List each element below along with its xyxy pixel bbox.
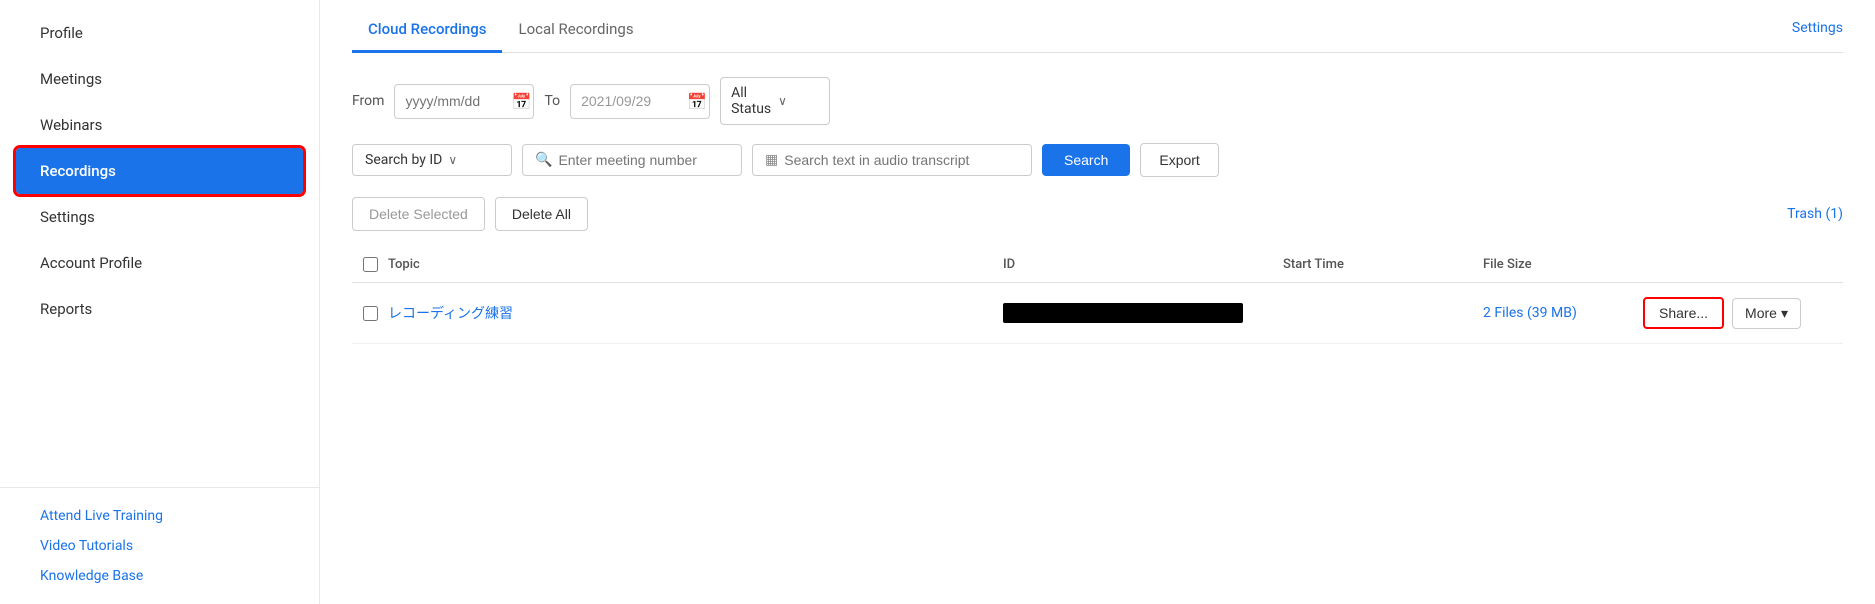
header-starttime: Start Time (1283, 257, 1483, 272)
delete-all-button[interactable]: Delete All (495, 197, 588, 231)
trash-link[interactable]: Trash (1) (1787, 206, 1843, 222)
meeting-number-input-wrap: 🔍 (522, 144, 742, 176)
more-button-label: More (1745, 305, 1777, 321)
header-topic: Topic (388, 257, 1003, 272)
search-icon: 🔍 (535, 152, 552, 168)
tab-cloud-recordings[interactable]: Cloud Recordings (352, 8, 502, 53)
status-chevron-icon: ∨ (778, 94, 819, 108)
header-filesize: File Size (1483, 257, 1643, 272)
sidebar-item-reports[interactable]: Reports (0, 286, 319, 332)
search-button[interactable]: Search (1042, 144, 1130, 176)
recordings-table: Topic ID Start Time File Size レコーディング練習 (352, 247, 1843, 344)
search-by-label: Search by ID (365, 152, 442, 168)
row-checkbox-col (352, 306, 388, 321)
to-date-input[interactable]: 📅 (570, 84, 710, 119)
settings-link[interactable]: Settings (1792, 20, 1843, 36)
footer-link-knowledge-base[interactable]: Knowledge Base (40, 568, 279, 584)
action-row: Delete Selected Delete All Trash (1) (352, 197, 1843, 231)
transcript-icon: ▦ (765, 152, 778, 168)
table-row: レコーディング練習 2 Files (39 MB) Share... More … (352, 283, 1843, 344)
transcript-search-input[interactable] (784, 152, 1019, 168)
footer-link-video-tutorials[interactable]: Video Tutorials (40, 538, 279, 554)
status-select-label: All Status (731, 85, 772, 117)
tab-local-recordings[interactable]: Local Recordings (502, 8, 649, 53)
to-calendar-icon[interactable]: 📅 (687, 92, 707, 111)
sidebar-footer: Attend Live Training Video Tutorials Kno… (0, 487, 319, 604)
header-checkbox-col (352, 257, 388, 272)
sidebar-item-profile[interactable]: Profile (0, 10, 319, 56)
main-wrapper: Settings Cloud Recordings Local Recordin… (320, 0, 1875, 604)
sidebar: Profile Meetings Webinars Recordings Set… (0, 0, 320, 604)
search-by-select[interactable]: Search by ID ∨ (352, 144, 512, 176)
row-checkbox[interactable] (363, 306, 378, 321)
topic-link[interactable]: レコーディング練習 (388, 306, 513, 322)
from-calendar-icon[interactable]: 📅 (511, 92, 531, 111)
row-actions: Share... More ▾ (1643, 297, 1843, 329)
share-button[interactable]: Share... (1643, 297, 1724, 329)
export-button[interactable]: Export (1140, 143, 1218, 177)
action-left: Delete Selected Delete All (352, 197, 588, 231)
row-filesize: 2 Files (39 MB) (1483, 305, 1643, 321)
from-date-input[interactable]: 📅 (394, 84, 534, 119)
sidebar-item-settings[interactable]: Settings (0, 194, 319, 240)
recordings-tabs: Cloud Recordings Local Recordings (352, 0, 1843, 53)
filter-row: From 📅 To 📅 All Status ∨ (352, 77, 1843, 125)
transcript-input-wrap: ▦ (752, 144, 1032, 176)
more-chevron-icon: ▾ (1781, 305, 1788, 322)
meeting-number-input[interactable] (558, 152, 729, 168)
from-date-field[interactable] (405, 93, 505, 109)
id-redacted-bar (1003, 303, 1243, 323)
status-select[interactable]: All Status ∨ (720, 77, 830, 125)
row-topic: レコーディング練習 (388, 303, 1003, 323)
more-button[interactable]: More ▾ (1732, 298, 1801, 329)
sidebar-item-webinars[interactable]: Webinars (0, 102, 319, 148)
row-id (1003, 303, 1283, 323)
sidebar-item-meetings[interactable]: Meetings (0, 56, 319, 102)
search-row: Search by ID ∨ 🔍 ▦ Search Export (352, 143, 1843, 177)
header-id: ID (1003, 257, 1283, 272)
sidebar-nav: Profile Meetings Webinars Recordings Set… (0, 0, 319, 487)
footer-link-live-training[interactable]: Attend Live Training (40, 508, 279, 524)
sidebar-item-account-profile[interactable]: Account Profile (0, 240, 319, 286)
table-header: Topic ID Start Time File Size (352, 247, 1843, 283)
to-label: To (544, 93, 560, 109)
select-all-checkbox[interactable] (363, 257, 378, 272)
search-by-chevron-icon: ∨ (448, 153, 457, 167)
filesize-text: 2 Files (39 MB) (1483, 305, 1577, 321)
from-label: From (352, 93, 384, 109)
to-date-field[interactable] (581, 93, 681, 109)
main-content: Cloud Recordings Local Recordings From 📅… (320, 0, 1875, 344)
delete-selected-button[interactable]: Delete Selected (352, 197, 485, 231)
sidebar-item-recordings[interactable]: Recordings (16, 148, 303, 194)
